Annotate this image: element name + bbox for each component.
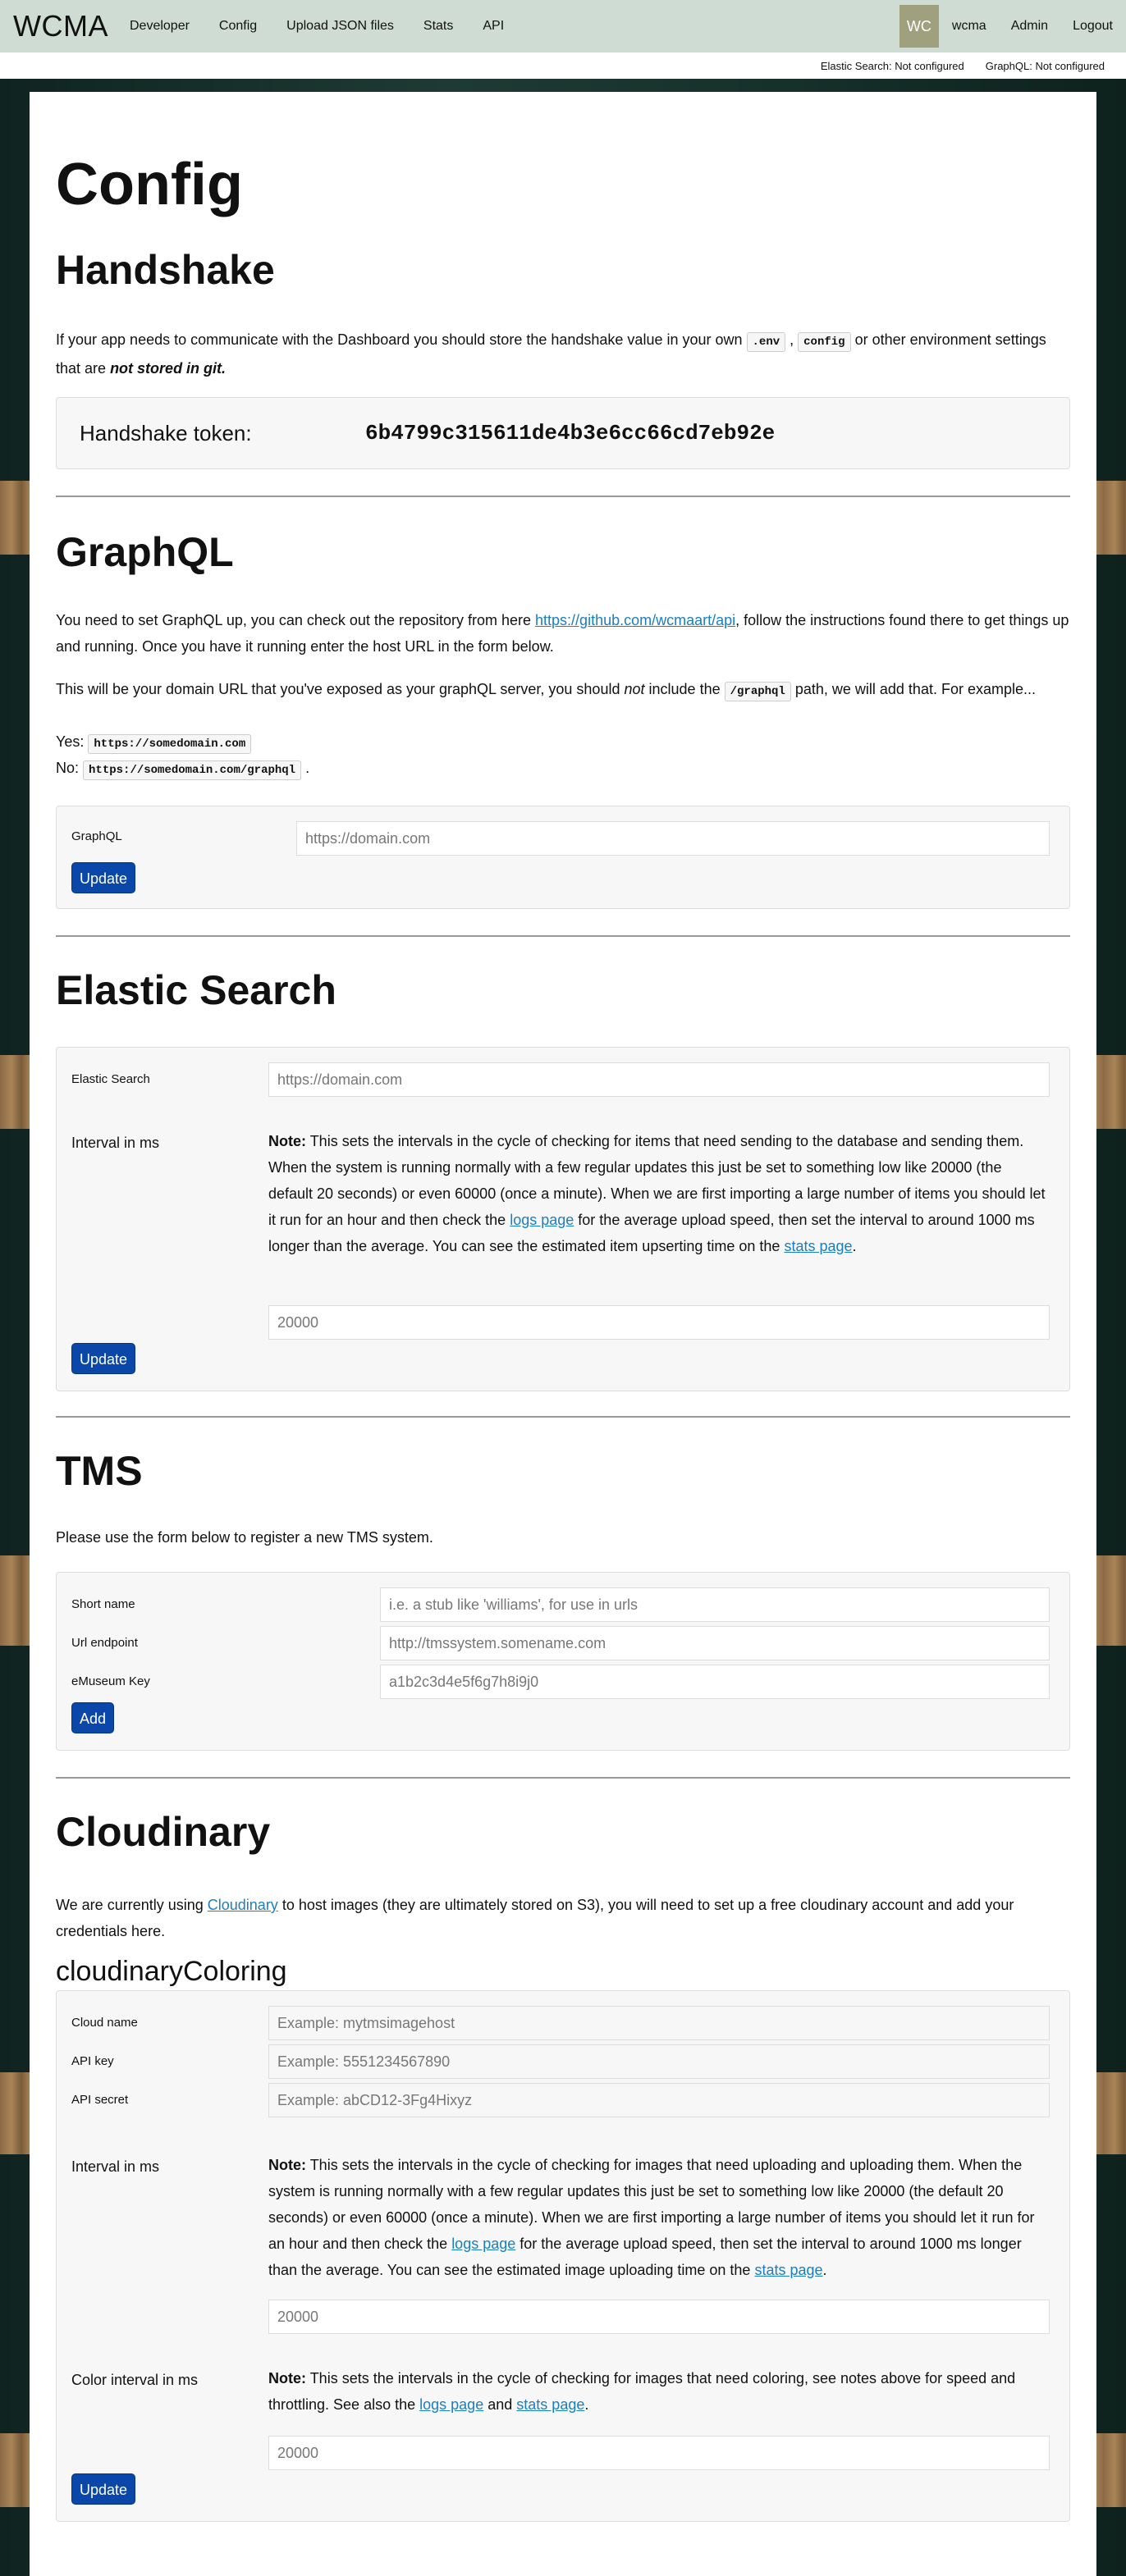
elastic-update-button[interactable]: Update	[71, 1343, 136, 1374]
elastic-interval-note: Note: This sets the intervals in the cyc…	[268, 1133, 1046, 1254]
graphql-no-example: No: https://somedomain.com/graphql .	[56, 755, 1070, 783]
tms-key-input[interactable]: a1b2c3d4e5f6g7h8i9j0	[380, 1665, 1050, 1699]
handshake-token-label: Handshake token:	[80, 421, 252, 445]
not-stored-emphasis: not stored in git.	[110, 360, 227, 377]
elastic-interval-input[interactable]: 20000	[268, 1305, 1050, 1340]
graphql-status: GraphQL: Not configured	[985, 59, 1105, 72]
cloudinary-interval-input[interactable]: 20000	[268, 2300, 1050, 2334]
graphql-form: GraphQL https://domain.com Update	[56, 806, 1070, 909]
cloud-name-input[interactable]: Example: mytmsimagehost	[268, 2006, 1050, 2040]
yes-example-code: https://somedomain.com	[88, 734, 252, 754]
tms-intro: Please use the form below to register a …	[56, 1529, 433, 1546]
tms-form: Short name i.e. a stub like 'williams', …	[56, 1572, 1070, 1751]
config-code: config	[798, 332, 851, 352]
top-navbar: WCMA Developer Config Upload JSON files …	[0, 0, 1126, 53]
stats-page-link[interactable]: stats page	[754, 2262, 822, 2278]
tms-url-input[interactable]: http://tmssystem.somename.com	[380, 1626, 1050, 1660]
no-example-code: https://somedomain.com/graphql	[83, 760, 302, 780]
elastic-form: Elastic Search https://domain.com Interv…	[56, 1047, 1070, 1391]
cloudinary-form: Cloud name Example: mytmsimagehost API k…	[56, 1990, 1070, 2522]
logs-page-link[interactable]: logs page	[510, 1212, 574, 1228]
tms-short-label: Short name	[71, 1597, 135, 1611]
graphql-path-code: /graphql	[724, 682, 791, 701]
github-repo-link[interactable]: https://github.com/wcmaart/api	[535, 612, 735, 628]
color-logs-page-link[interactable]: logs page	[419, 2396, 483, 2413]
graphql-input[interactable]: https://domain.com	[296, 821, 1050, 856]
cloudinary-intro: We are currently using Cloudinary to hos…	[56, 1897, 1014, 1939]
tms-heading: TMS	[56, 1448, 143, 1494]
divider	[56, 935, 1070, 937]
tms-url-label: Url endpoint	[71, 1636, 138, 1650]
handshake-token-value: 6b4799c315611de4b3e6cc66cd7eb92e	[365, 421, 776, 445]
nav-upload-json[interactable]: Upload JSON files	[286, 19, 394, 34]
main-panel: Config Handshake If your app needs to co…	[30, 92, 1096, 2576]
nav-admin[interactable]: Admin	[1011, 19, 1048, 34]
logs-page-link[interactable]: logs page	[451, 2236, 515, 2252]
handshake-heading: Handshake	[56, 247, 275, 293]
color-interval-label: Color interval in ms	[71, 2372, 199, 2388]
elastic-input[interactable]: https://domain.com	[268, 1062, 1050, 1097]
api-secret-input[interactable]: Example: abCD12-3Fg4Hixyz	[268, 2083, 1050, 2117]
divider	[56, 496, 1070, 497]
avatar[interactable]: WC	[899, 5, 939, 48]
graphql-label: GraphQL	[71, 829, 122, 843]
graphql-domain-note: This will be your domain URL that you've…	[56, 676, 1070, 705]
api-secret-label: API secret	[71, 2093, 129, 2107]
cloudinary-heading: Cloudinary	[56, 1809, 271, 1855]
graphql-yes-example: Yes: https://somedomain.com	[56, 728, 1070, 757]
elastic-label: Elastic Search	[71, 1072, 150, 1086]
nav-developer[interactable]: Developer	[130, 19, 190, 34]
tms-short-input[interactable]: i.e. a stub like 'williams', for use in …	[380, 1587, 1050, 1622]
tms-key-label: eMuseum Key	[71, 1674, 150, 1688]
handshake-intro: If your app needs to communicate with th…	[56, 331, 1046, 377]
cloud-name-label: Cloud name	[71, 2016, 138, 2030]
cloudinary-update-button[interactable]: Update	[71, 2473, 136, 2505]
nav-api[interactable]: API	[483, 19, 504, 34]
page-title: Config	[56, 152, 243, 217]
nav-logout[interactable]: Logout	[1073, 19, 1113, 34]
api-key-label: API key	[71, 2054, 114, 2068]
elastic-interval-label: Interval in ms	[71, 1135, 160, 1151]
graphql-heading: GraphQL	[56, 529, 234, 575]
nav-user[interactable]: wcma	[952, 19, 986, 34]
graphql-update-button[interactable]: Update	[71, 862, 136, 893]
divider	[56, 1777, 1070, 1779]
color-stats-page-link[interactable]: stats page	[516, 2396, 584, 2413]
tms-add-button[interactable]: Add	[71, 1702, 115, 1733]
cloudinary-link[interactable]: Cloudinary	[208, 1897, 278, 1913]
handshake-token-box: Handshake token: 6b4799c315611de4b3e6cc6…	[56, 397, 1070, 469]
elastic-heading: Elastic Search	[56, 967, 336, 1013]
nav-user-area: WC wcma Admin Logout	[899, 0, 1126, 53]
env-code: .env	[746, 332, 786, 352]
divider	[56, 1416, 1070, 1418]
stats-page-link[interactable]: stats page	[784, 1238, 852, 1254]
cloudinary-subheading: cloudinaryColoring	[56, 1956, 287, 1987]
nav-stats[interactable]: Stats	[423, 19, 453, 34]
brand-logo[interactable]: WCMA	[13, 9, 108, 43]
status-bar: Elastic Search: Not configured GraphQL: …	[0, 53, 1126, 79]
color-interval-note: Note: This sets the intervals in the cyc…	[268, 2370, 1016, 2413]
nav-config[interactable]: Config	[219, 19, 257, 34]
elastic-status: Elastic Search: Not configured	[820, 59, 964, 72]
graphql-intro: You need to set GraphQL up, you can chec…	[56, 612, 1069, 655]
api-key-input[interactable]: Example: 5551234567890	[268, 2044, 1050, 2079]
cloudinary-interval-note: Note: This sets the intervals in the cyc…	[268, 2157, 1035, 2278]
color-interval-input[interactable]: 20000	[268, 2436, 1050, 2470]
cloudinary-interval-label: Interval in ms	[71, 2158, 160, 2175]
